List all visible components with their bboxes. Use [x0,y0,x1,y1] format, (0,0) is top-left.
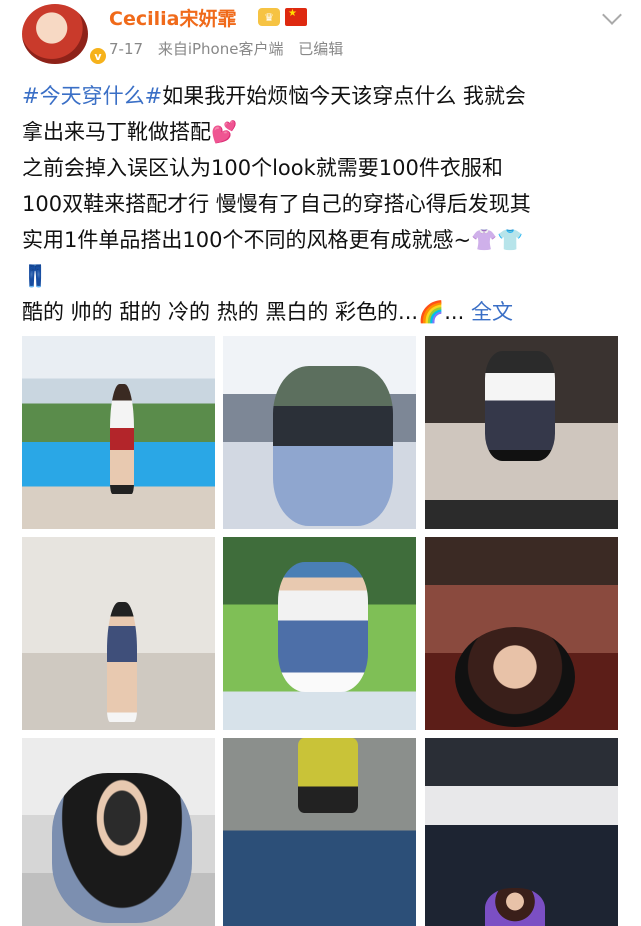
post-line-1: #今天穿什么#如果我开始烦恼今天该穿点什么 我就会 [22,84,526,108]
hashtag-link[interactable]: #今天穿什么# [22,84,162,108]
post-line-5: 实用1件单品搭出100个不同的风格更有成就感~👚👕 [22,228,524,252]
post-line-6: 酷的 帅的 甜的 冷的 热的 黑白的 彩色的...🌈... 全文 [22,300,513,324]
chevron-down-icon[interactable] [602,5,622,25]
vip-icon[interactable]: ♛ [258,8,280,26]
user-name[interactable]: Cecilia宋妍霏 [109,4,236,31]
china-flag-icon [285,8,307,26]
post-body: #今天穿什么#如果我开始烦恼今天该穿点什么 我就会 拿出来马丁靴做搭配💕 之前会… [22,78,622,330]
person-figure [298,738,358,813]
ellipsis: ... [444,300,465,324]
post-line-5b: 👖 [22,258,622,294]
person-figure [273,366,393,526]
photo-7[interactable] [22,738,215,926]
person-figure [485,351,555,461]
person-figure [52,773,192,923]
photo-1[interactable] [22,336,215,529]
post-source: 来自iPhone客户端 [157,40,284,58]
post-date: 7-17 [109,40,144,58]
photo-8[interactable] [223,738,416,926]
person-figure [110,384,134,494]
rainbow-emoji-icon: 🌈 [418,300,445,324]
post-line-4: 100双鞋来搭配才行 慢慢有了自己的穿搭心得后发现其 [22,192,531,216]
jeans-emoji-icon: 👖 [22,264,49,288]
pink-tshirt-emoji-icon: 👚 [471,228,498,252]
person-figure [278,562,368,692]
person-figure [485,888,545,926]
avatar[interactable]: v [22,4,108,66]
blue-tshirt-emoji-icon: 👕 [497,228,524,252]
photo-9[interactable] [425,738,618,926]
photo-4[interactable] [22,537,215,730]
post-header: v Cecilia宋妍霏 ♛ 7-17 来自iPhone客户端 已编辑 [0,0,641,70]
full-text-link[interactable]: 全文 [471,300,513,324]
photo-3[interactable] [425,336,618,529]
photo-2[interactable] [223,336,416,529]
person-figure [107,602,137,722]
post-line-2: 拿出来马丁靴做搭配💕 [22,120,238,144]
post-line-3: 之前会掉入误区认为100个look就需要100件衣服和 [22,156,503,180]
person-figure [455,627,575,727]
photo-6[interactable] [425,537,618,730]
photo-5[interactable] [223,537,416,730]
edited-label[interactable]: 已编辑 [298,40,343,58]
heart-emoji-icon: 💕 [211,120,238,144]
post-meta: 7-17 来自iPhone客户端 已编辑 [109,38,353,59]
verified-badge-icon: v [88,46,108,66]
photo-grid [22,336,619,926]
